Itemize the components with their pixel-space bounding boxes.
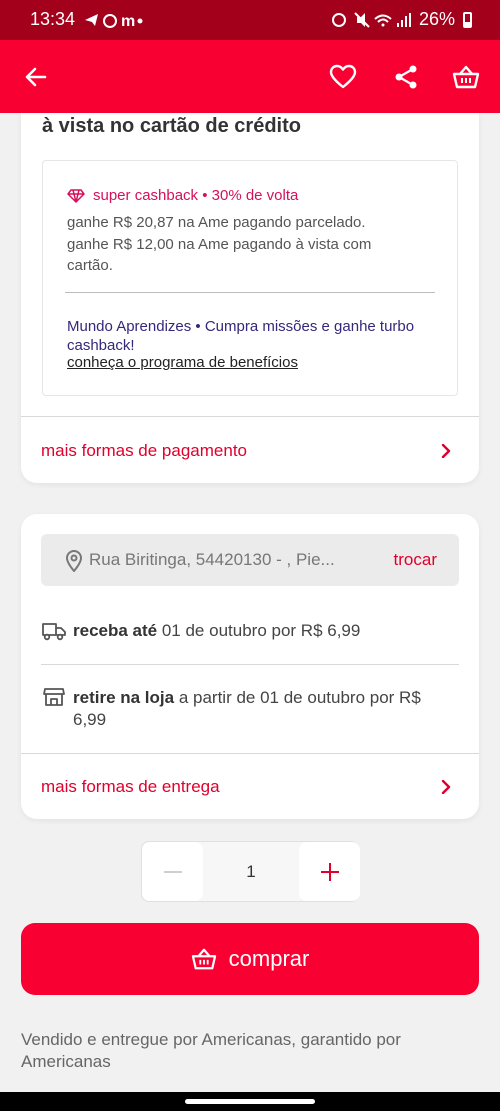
heart-icon — [329, 64, 357, 89]
location-pin-icon — [65, 550, 83, 572]
pickup-label: retire na loja — [73, 688, 175, 707]
pickup-line: retire na loja a partir de 01 de outubro… — [73, 687, 453, 731]
increase-button[interactable] — [299, 842, 360, 901]
cashback-title: super cashback • 30% de volta — [67, 187, 298, 204]
share-button[interactable] — [386, 57, 426, 97]
diamond-icon — [67, 188, 85, 203]
status-bar: 13:34 m 26% — [0, 0, 500, 40]
more-payment-link[interactable]: mais formas de pagamento — [41, 441, 247, 461]
address-box[interactable]: Rua Biritinga, 54420130 - , Pie... troca… — [41, 534, 459, 586]
seller-info: Vendido e entregue por Americanas, garan… — [21, 1030, 401, 1071]
delivery-line: receba até 01 de outubro por R$ 6,99 — [73, 620, 360, 642]
divider — [21, 753, 479, 754]
divider — [21, 416, 479, 417]
favorite-button[interactable] — [323, 57, 363, 97]
store-icon — [43, 688, 65, 706]
divider — [65, 292, 435, 293]
decrease-button[interactable] — [142, 842, 203, 901]
back-button[interactable] — [16, 57, 56, 97]
notification-icons: m — [84, 11, 144, 34]
notification-icons-svg: m — [85, 13, 143, 30]
arrow-left-icon — [25, 67, 47, 87]
navigation-bar — [0, 1092, 500, 1111]
buy-button-label: comprar — [228, 946, 310, 971]
plus-icon — [320, 862, 339, 881]
cashback-box: super cashback • 30% de volta ganhe R$ 2… — [42, 160, 458, 396]
status-right: 26% — [331, 9, 472, 30]
home-gesture-pill[interactable] — [185, 1099, 315, 1104]
basket-button[interactable] — [446, 57, 486, 97]
share-icon — [395, 65, 417, 89]
app-bar — [0, 40, 500, 113]
battery-percent: 26% — [418, 9, 455, 29]
divider — [41, 664, 459, 665]
cashback-line-installments: ganhe R$ 20,87 na Ame pagando parcelado. — [67, 214, 366, 231]
benefits-program-link[interactable]: conheça o programa de benefícios — [67, 354, 298, 371]
quantity-stepper: 1 — [141, 841, 360, 902]
basket-icon — [191, 948, 216, 970]
status-time: 13:34 — [30, 9, 76, 29]
delivery-label: receba até — [73, 621, 158, 640]
buy-button[interactable]: comprar — [21, 923, 479, 995]
battery-icon — [463, 11, 472, 28]
mundo-aprendizes-text: Mundo Aprendizes • Cumpra missões e ganh… — [67, 318, 415, 354]
address-text: Rua Biritinga, 54420130 - , Pie... — [89, 550, 335, 569]
chevron-right-icon[interactable] — [439, 444, 453, 458]
truck-icon — [42, 623, 66, 641]
change-address-button[interactable]: trocar — [394, 550, 437, 570]
minus-icon — [163, 870, 182, 873]
quantity-value[interactable]: 1 — [203, 842, 299, 901]
delivery-detail: 01 de outubro por R$ 6,99 — [157, 621, 361, 640]
payment-title: à vista no cartão de crédito — [42, 115, 301, 137]
more-shipping-link[interactable]: mais formas de entrega — [41, 777, 220, 797]
basket-icon — [452, 65, 480, 89]
shipping-card: Rua Biritinga, 54420130 - , Pie... troca… — [21, 514, 479, 819]
cashback-line-cash: ganhe R$ 12,00 na Ame pagando à vista co… — [67, 236, 372, 274]
cashback-title-text: super cashback • 30% de volta — [93, 187, 299, 204]
chevron-right-icon[interactable] — [439, 780, 453, 794]
system-icons — [331, 11, 411, 28]
